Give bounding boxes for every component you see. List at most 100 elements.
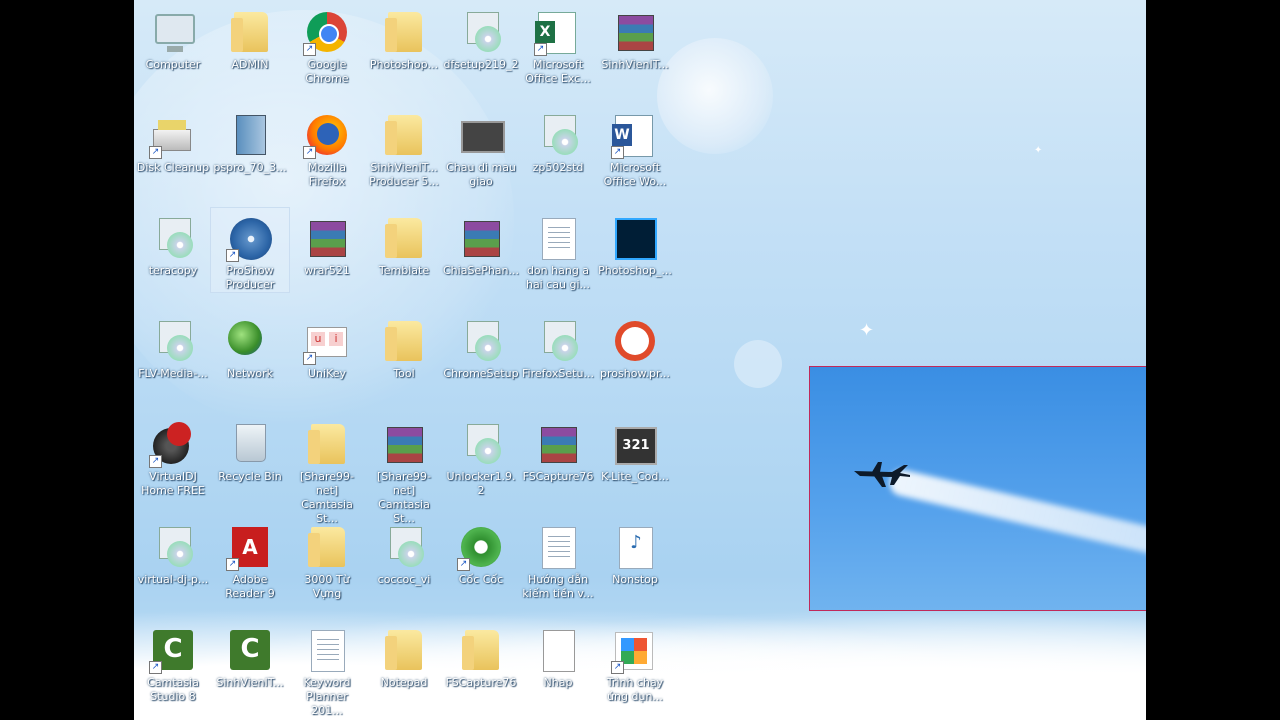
setup-icon [149,214,197,262]
desktop-icon[interactable]: Recycle Bin [211,414,289,484]
desktop-icon-label: FirefoxSetu... [522,367,594,380]
desktop-icon[interactable]: ↗ Adobe Reader 9 [211,517,289,601]
sparkle-decoration: ✦ [1034,145,1043,156]
desktop-icon[interactable]: SinhVienIT... [211,620,289,690]
desktop-icon-label: Cốc Cốc [458,573,504,586]
desktop-icon[interactable]: ↗ Mozilla Firefox [288,105,366,189]
desktop-icon[interactable]: Photoshop... [365,2,443,72]
desktop-icon[interactable]: Network [211,311,289,381]
desktop-icon-label: 3000 Từ Vựng [304,573,350,600]
contrail [887,467,1146,592]
folder-icon [380,317,428,365]
desktop-icon[interactable]: [Share99-net] Camtasia St... [288,414,366,526]
desktop-icon[interactable]: Nhap [519,620,597,690]
desktop-icon[interactable]: ↗ Google Chrome [288,2,366,86]
video-icon [457,111,505,159]
desktop-icon[interactable]: Photoshop_... [596,208,674,278]
desktop-icon[interactable]: Unlocker1.9.2 [442,414,520,498]
folder-icon-shape [385,115,422,155]
klite-icon [611,420,659,468]
disc-icon [167,335,193,361]
desktop-icon[interactable]: Hướng dẫn kiếm tiền v... [519,517,597,601]
desktop-icon[interactable]: proshow.pr... [596,311,674,381]
desktop-icon-label: ProShow Producer [225,264,275,291]
desktop-icon[interactable]: Notepad [365,620,443,690]
desktop-icon[interactable]: don hang a hai cau gi... [519,208,597,292]
disc-icon [167,541,193,567]
desktop-icon[interactable]: FLV-Media-... [134,311,212,381]
desktop-icon[interactable]: virtual-dj-p... [134,517,212,587]
desktop-icon[interactable]: teracopy [134,208,212,278]
desktop-icon[interactable]: ↗ Microsoft Office Wo... [596,105,674,189]
excel-doc-icon [303,626,351,674]
pspro-icon [226,111,274,159]
setup-icon [534,111,582,159]
desktop-icon-label: coccoc_vi [377,573,431,586]
folder-icon-shape [385,630,422,670]
shortcut-arrow-icon: ↗ [303,146,316,159]
desktop-icon[interactable]: ↗ UniKey [288,311,366,381]
winrar-icon-shape [464,221,500,257]
desktop-icon[interactable]: 3000 Từ Vựng [288,517,366,601]
desktop-icon[interactable]: SinhVienIT... Producer 5... [365,105,443,189]
folder-icon [380,111,428,159]
folder-icon-shape [385,12,422,52]
desktop-icon[interactable]: Temblate [365,208,443,278]
desktop-icon[interactable]: [Share99-net] Camtasia St... [365,414,443,526]
desktop-icon[interactable]: FSCapture76 [519,414,597,484]
moon-wallpaper-decoration-small [657,38,773,154]
desktop-icon[interactable]: ↗ Microsoft Office Exc... [519,2,597,86]
desktop-icon-label: K-Lite_Cod... [601,470,669,483]
desktop-icon-label: Notepad [380,676,428,689]
word-doc-icon-shape [542,527,576,569]
desktop-icon[interactable]: ↗ Camtasia Studio 8 [134,620,212,704]
desktop-icon[interactable]: ChromeSetup [442,311,520,381]
desktop[interactable]: ✦ ✦ Computer ADMIN ↗ Google Chrome Photoshop… [134,0,1146,720]
desktop-icon[interactable]: ↗ Trình chạy ứng dụn... [596,620,674,704]
desktop-icon[interactable]: Chau di mau giao [442,105,520,189]
desktop-icon-label: Camtasia Studio 8 [147,676,199,703]
desktop-icon[interactable]: ↗ ProShow Producer [210,207,290,293]
unikey-icon: ↗ [303,317,351,365]
desktop-icon[interactable]: Nonstop [596,517,674,587]
shortcut-arrow-icon: ↗ [226,249,239,262]
user-folder-icon [226,8,274,56]
airplane-photo-window[interactable] [809,366,1146,611]
desktop-icon-label: Google Chrome [305,58,349,85]
desktop-icon-label: Microsoft Office Exc... [525,58,591,85]
desktop-icon[interactable]: Keyword Planner 201... [288,620,366,718]
desktop-icon[interactable]: ↗ Cốc Cốc [442,517,520,587]
desktop-icon[interactable]: Tool [365,311,443,381]
desktop-icon-label: SinhVienIT... Producer 5... [369,161,439,188]
disc-icon [552,129,578,155]
shortcut-arrow-icon: ↗ [303,43,316,56]
desktop-icon[interactable]: zp502std [519,105,597,175]
desktop-icon[interactable]: ChiaSePhan... [442,208,520,278]
desktop-icon[interactable]: ↗ Disk Cleanup [134,105,212,175]
excel-doc-icon-shape [311,630,345,672]
setup-icon [534,317,582,365]
winrar-icon [534,420,582,468]
desktop-icon-label: Microsoft Office Wo... [603,161,667,188]
desktop-icon[interactable]: K-Lite_Cod... [596,414,674,484]
setup-icon [457,420,505,468]
desktop-icon[interactable]: dfsetup219_2 [442,2,520,72]
desktop-icon[interactable]: coccoc_vi [365,517,443,587]
video-icon-shape [461,121,505,153]
setup-icon [457,8,505,56]
desktop-icon[interactable]: ↗ VirtualDJ Home FREE [134,414,212,498]
folder-icon-shape [462,630,499,670]
desktop-icon[interactable]: FSCapture76 [442,620,520,690]
desktop-icon[interactable]: FirefoxSetu... [519,311,597,381]
desktop-icon[interactable]: ADMIN [211,2,289,72]
network-icon-shape [228,321,262,355]
setup-icon [380,523,428,571]
folder-icon [303,523,351,571]
mp3-icon-shape [619,527,653,569]
desktop-icon[interactable]: wrar521 [288,208,366,278]
winrar-icon-shape [618,15,654,51]
desktop-icon[interactable]: SinhVienIT... [596,2,674,72]
desktop-icon[interactable]: Computer [134,2,212,72]
desktop-icon[interactable]: pspro_70_3... [211,105,289,175]
apps-icon: ↗ [611,626,659,674]
